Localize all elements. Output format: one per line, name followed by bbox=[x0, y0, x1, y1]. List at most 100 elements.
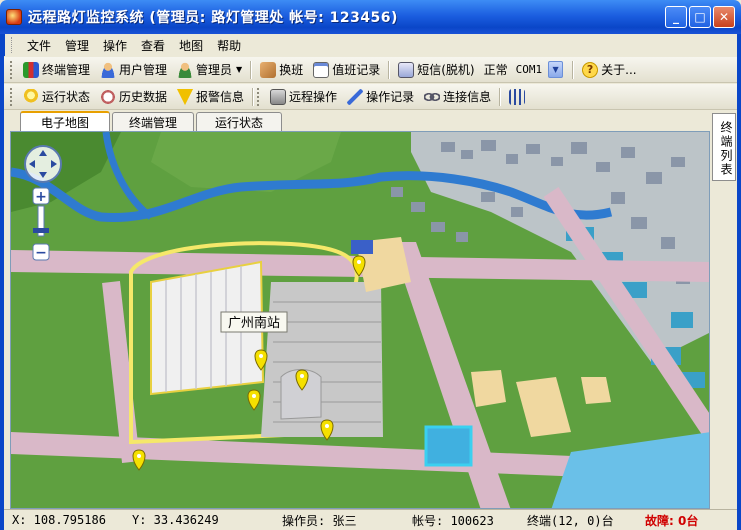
account-info: 帐号: 100623 bbox=[412, 513, 494, 528]
tab-label: 电子地图 bbox=[40, 115, 89, 130]
notepad-icon bbox=[313, 61, 330, 78]
toolbar-grip[interactable] bbox=[10, 60, 14, 79]
sand-lot bbox=[471, 370, 506, 407]
history-icon bbox=[100, 88, 117, 105]
menu-file[interactable]: 文件 bbox=[20, 37, 58, 54]
com-port-dropdown[interactable]: ▼ bbox=[548, 61, 564, 78]
history-button[interactable]: 历史数据 bbox=[95, 86, 172, 108]
tab-terminal-mgmt[interactable]: 终端管理 bbox=[112, 112, 194, 131]
plus-icon: + bbox=[35, 189, 47, 205]
main-toolbar: 终端管理 用户管理 管理员 ▼ 换班 值班记录 短信(脱机) 正常 COM1 ▼… bbox=[4, 57, 737, 83]
tab-bar: 电子地图 终端管理 运行状态 bbox=[4, 111, 737, 131]
help-icon: ? bbox=[582, 61, 599, 78]
alarm-button[interactable]: 报警信息 bbox=[172, 86, 249, 108]
toolbar-grip[interactable] bbox=[257, 87, 261, 106]
tab-electronic-map[interactable]: 电子地图 bbox=[20, 111, 110, 131]
toolbar-separator bbox=[572, 60, 575, 79]
menu-manage[interactable]: 管理 bbox=[58, 37, 96, 54]
map-view[interactable]: 广州南站 + − bbox=[10, 131, 710, 509]
app-icon bbox=[6, 9, 22, 25]
toolbar-separator bbox=[252, 87, 255, 106]
op-log-label: 操作记录 bbox=[366, 90, 415, 104]
zoom-handle[interactable] bbox=[33, 228, 49, 233]
terminal-mgmt-button[interactable]: 终端管理 bbox=[18, 59, 95, 81]
platform-area bbox=[261, 282, 383, 437]
toolbar-separator bbox=[388, 60, 391, 79]
status-bar: X: 108.795186 Y: 33.436249 操作员: 张三 帐号: 1… bbox=[4, 509, 737, 530]
duty-log-label: 值班记录 bbox=[332, 63, 381, 77]
pan-control[interactable] bbox=[24, 145, 62, 183]
pond bbox=[424, 425, 473, 467]
sand-lot bbox=[581, 377, 611, 404]
tab-label: 运行状态 bbox=[214, 115, 263, 130]
fault-count: 故障: 0台 bbox=[645, 513, 699, 528]
user-icon bbox=[100, 61, 117, 78]
handshake-icon bbox=[260, 61, 277, 78]
minus-icon: − bbox=[35, 245, 47, 261]
duty-log-button[interactable]: 值班记录 bbox=[308, 59, 385, 81]
menu-map[interactable]: 地图 bbox=[172, 37, 210, 54]
right-panel bbox=[710, 181, 737, 509]
alarm-label: 报警信息 bbox=[196, 90, 245, 104]
terminal-mgmt-label: 终端管理 bbox=[42, 63, 91, 77]
sms-icon bbox=[398, 61, 415, 78]
menu-view[interactable]: 查看 bbox=[134, 37, 172, 54]
tab-terminal-list[interactable]: 终端列表 bbox=[712, 113, 736, 181]
admin-label: 管理员 bbox=[196, 63, 233, 77]
conn-info-button[interactable]: 连接信息 bbox=[419, 86, 496, 108]
warning-icon bbox=[177, 88, 194, 105]
link-icon bbox=[424, 88, 441, 105]
admin-dropdown[interactable]: 管理员 ▼ bbox=[172, 59, 247, 81]
close-button[interactable]: ✕ bbox=[713, 6, 735, 28]
tab-label: 终端管理 bbox=[128, 115, 177, 130]
history-label: 历史数据 bbox=[119, 90, 168, 104]
com-port-value: COM1 bbox=[515, 63, 543, 76]
window-title: 远程路灯监控系统 (管理员: 路灯管理处 帐号: 123456) bbox=[28, 10, 398, 26]
x-coordinate: X: 108.795186 bbox=[12, 513, 106, 527]
minimize-icon: _ bbox=[673, 10, 679, 24]
bulb-icon bbox=[23, 88, 39, 105]
about-button[interactable]: ? 关于... bbox=[577, 59, 641, 81]
user-mgmt-button[interactable]: 用户管理 bbox=[95, 59, 172, 81]
chevron-down-icon: ▼ bbox=[552, 65, 559, 74]
operator-info: 操作员: 张三 bbox=[282, 513, 357, 528]
toolbar-grip[interactable] bbox=[10, 87, 14, 106]
chevron-down-icon: ▼ bbox=[236, 65, 243, 74]
shift-change-label: 换班 bbox=[279, 63, 304, 77]
connection-status: 正常 bbox=[483, 63, 508, 77]
maximize-button[interactable]: □ bbox=[689, 6, 711, 28]
conn-info-label: 连接信息 bbox=[443, 90, 492, 104]
user-mgmt-label: 用户管理 bbox=[119, 63, 168, 77]
terminal-count: 终端(12, 0)台 bbox=[527, 513, 614, 528]
pen-icon bbox=[347, 88, 364, 105]
blue-building bbox=[351, 240, 373, 254]
minimize-button[interactable]: _ bbox=[665, 6, 687, 28]
books-icon bbox=[23, 61, 39, 78]
menu-operate[interactable]: 操作 bbox=[96, 37, 134, 54]
sms-button[interactable]: 短信(脱机) bbox=[393, 59, 479, 81]
op-log-button[interactable]: 操作记录 bbox=[342, 86, 419, 108]
about-label: 关于... bbox=[601, 63, 637, 77]
maximize-icon: □ bbox=[694, 10, 706, 24]
status-toolbar: 运行状态 历史数据 报警信息 远程操作 操作记录 连接信息 bbox=[4, 84, 737, 110]
run-status-label: 运行状态 bbox=[42, 90, 91, 104]
network-button[interactable] bbox=[504, 86, 530, 108]
window-frame-right bbox=[737, 34, 741, 530]
station-label: 广州南站 bbox=[228, 315, 280, 331]
toolbar-separator bbox=[499, 87, 502, 106]
title-bar[interactable]: 远程路灯监控系统 (管理员: 路灯管理处 帐号: 123456) _ □ ✕ bbox=[0, 0, 741, 34]
menu-grip[interactable] bbox=[11, 37, 14, 53]
menu-help[interactable]: 帮助 bbox=[210, 37, 248, 54]
run-status-button[interactable]: 运行状态 bbox=[18, 86, 95, 108]
shift-change-button[interactable]: 换班 bbox=[255, 59, 308, 81]
tab-run-status[interactable]: 运行状态 bbox=[196, 112, 282, 131]
admin-icon bbox=[177, 61, 194, 78]
close-icon: ✕ bbox=[718, 10, 730, 24]
map-canvas[interactable]: 广州南站 + − bbox=[11, 132, 710, 509]
remote-op-button[interactable]: 远程操作 bbox=[265, 86, 342, 108]
side-tab-label: 终端列表 bbox=[719, 121, 733, 177]
toolbar-separator bbox=[250, 60, 253, 79]
network-icon bbox=[509, 88, 526, 105]
y-coordinate: Y: 33.436249 bbox=[132, 513, 219, 527]
remote-op-label: 远程操作 bbox=[289, 90, 338, 104]
